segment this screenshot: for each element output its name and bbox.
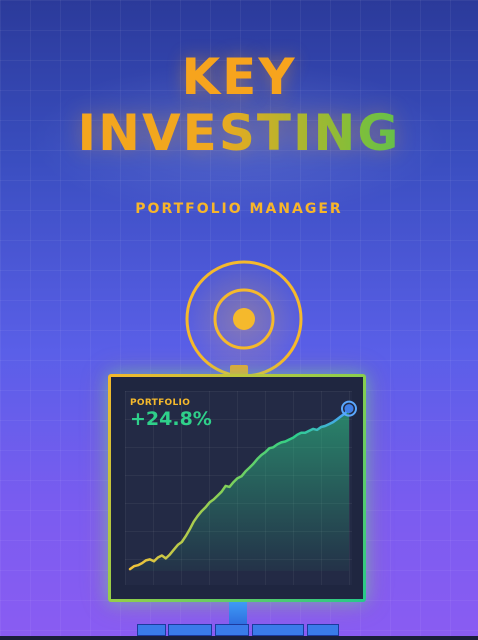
base-block <box>137 624 166 636</box>
ground-bar <box>0 636 478 640</box>
chart-endpoint <box>344 404 354 414</box>
subtitle: PORTFOLIO MANAGER <box>135 201 343 217</box>
monitor-pole <box>229 602 247 624</box>
title-line-2: INVESTING <box>0 104 478 162</box>
chart-area <box>130 408 349 571</box>
base-block <box>252 624 304 636</box>
portfolio-monitor: PORTFOLIO +24.8% <box>108 374 366 602</box>
target-icon <box>184 259 304 379</box>
chart-value: +24.8% <box>130 408 212 430</box>
title-line-1: KEY <box>181 48 297 106</box>
base-block <box>307 624 339 636</box>
base-block <box>168 624 212 636</box>
chart-label: PORTFOLIO <box>130 398 191 408</box>
base-block <box>215 624 249 636</box>
